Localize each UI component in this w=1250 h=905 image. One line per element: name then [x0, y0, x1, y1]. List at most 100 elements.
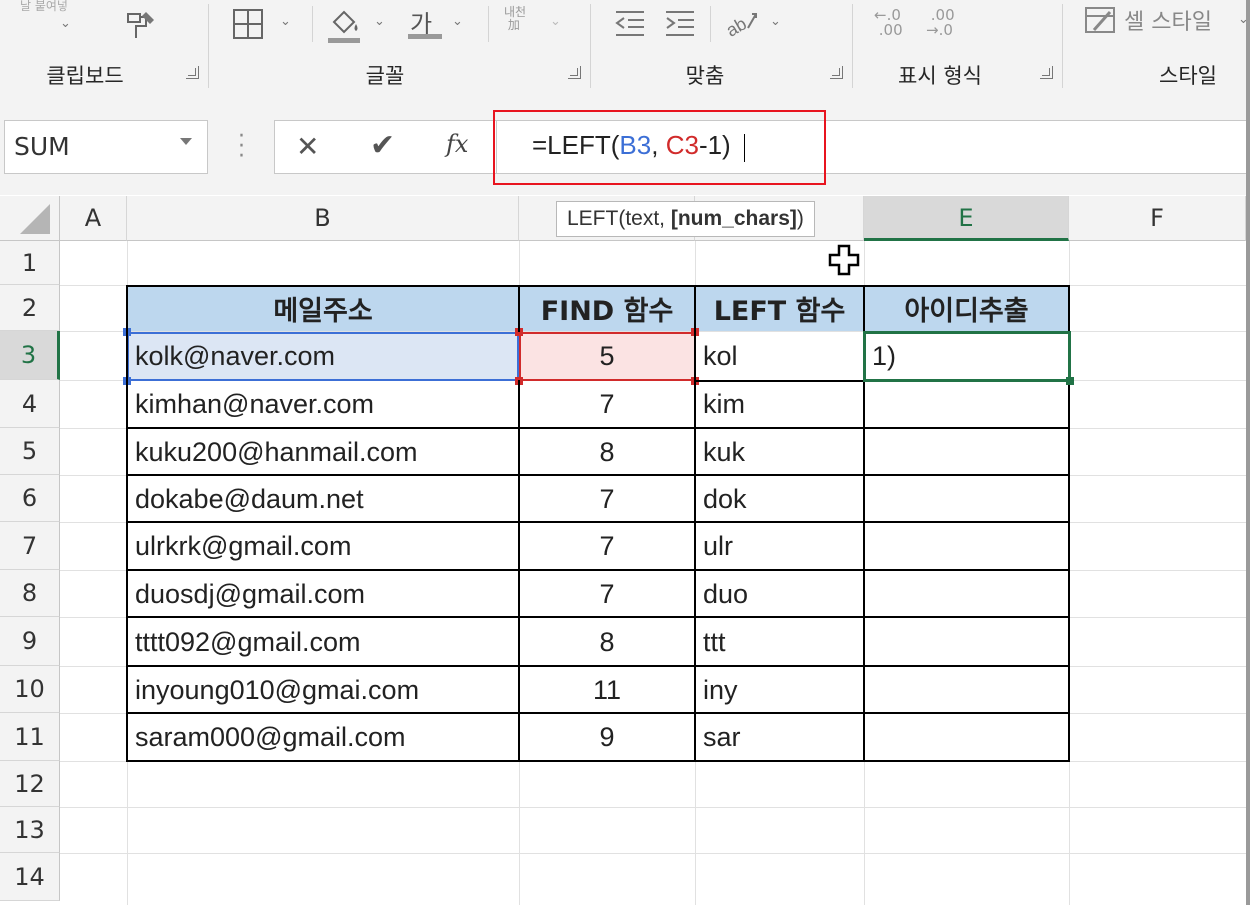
- table-border: [694, 285, 696, 762]
- column-header-a[interactable]: A: [60, 196, 127, 241]
- header-email[interactable]: 메일주소: [127, 286, 519, 331]
- phonetic-dropdown-icon[interactable]: ⌄: [550, 14, 561, 29]
- cell-left[interactable]: ulr: [695, 523, 864, 570]
- cell-find[interactable]: 9: [519, 714, 695, 761]
- ribbon: 날 붙여넣 ⌄ 클립보드 ⌄ ⌄ 가 ⌄ 내천 加 ⌄ 글꼴 ab ⌄ 맞춤 ←…: [0, 0, 1250, 97]
- table-border: [127, 569, 1070, 571]
- column-header-f[interactable]: F: [1069, 196, 1246, 241]
- cell-email[interactable]: dokabe@daum.net: [127, 476, 519, 522]
- row-header-4[interactable]: 4: [0, 380, 60, 428]
- tooltip-prefix: LEFT(text,: [567, 207, 671, 230]
- borders-dropdown-icon[interactable]: ⌄: [280, 14, 291, 29]
- cell-left[interactable]: kim: [695, 381, 864, 428]
- group-alignment-label: 맞춤: [685, 64, 725, 88]
- row-header-13[interactable]: 13: [0, 807, 60, 853]
- row-header-12[interactable]: 12: [0, 761, 60, 807]
- cell-find[interactable]: 7: [519, 571, 695, 617]
- formula-bar-resize-handle-icon[interactable]: · · ·: [238, 126, 245, 168]
- cell-left[interactable]: ttt: [695, 618, 864, 666]
- font-color-dropdown-icon[interactable]: ⌄: [452, 14, 463, 29]
- cell-left[interactable]: iny: [695, 667, 864, 713]
- row-header-5[interactable]: 5: [0, 428, 60, 475]
- formula-highlight-frame: [493, 110, 826, 185]
- font-launcher-icon[interactable]: [568, 66, 581, 79]
- cancel-icon[interactable]: ✕: [296, 130, 319, 163]
- alignment-launcher-icon[interactable]: [830, 66, 843, 79]
- table-border: [127, 760, 1070, 762]
- cell-find[interactable]: 7: [519, 381, 695, 428]
- header-left[interactable]: LEFT 함수: [695, 286, 864, 331]
- name-box-dropdown-icon[interactable]: [180, 138, 192, 145]
- increase-decimal-icon[interactable]: ←.0 .00: [874, 8, 903, 38]
- svg-text:ab: ab: [724, 13, 750, 38]
- group-number-label: 표시 형식: [898, 64, 982, 88]
- table-border: [127, 474, 1070, 476]
- function-tooltip[interactable]: LEFT(text, [num_chars]): [556, 201, 815, 237]
- orientation-dropdown-icon[interactable]: ⌄: [770, 14, 781, 29]
- fill-handle[interactable]: [1066, 377, 1074, 385]
- cell-find[interactable]: 7: [519, 476, 695, 522]
- column-header-e[interactable]: E: [864, 196, 1069, 241]
- name-box-value: SUM: [14, 132, 70, 161]
- table-border: [127, 285, 1070, 287]
- select-all-triangle-icon: [20, 204, 50, 234]
- cell-email[interactable]: tttt092@gmail.com: [127, 618, 519, 666]
- cell-left[interactable]: kol: [695, 332, 864, 380]
- row-header-7[interactable]: 7: [0, 522, 60, 570]
- fill-color-dropdown-icon[interactable]: ⌄: [374, 14, 385, 29]
- cell-find[interactable]: 11: [519, 667, 695, 713]
- row-header-11[interactable]: 11: [0, 713, 60, 761]
- cell-email[interactable]: kolk@naver.com: [127, 332, 519, 380]
- cell-email[interactable]: saram000@gmail.com: [127, 714, 519, 761]
- borders-icon[interactable]: [232, 8, 264, 45]
- row-header-6[interactable]: 6: [0, 475, 60, 522]
- number-launcher-icon[interactable]: [1040, 66, 1053, 79]
- decrease-decimal-icon[interactable]: .00 →.0: [926, 8, 955, 38]
- table-border: [127, 427, 1070, 429]
- row-header-9[interactable]: 9: [0, 617, 60, 666]
- cell-left[interactable]: duo: [695, 571, 864, 617]
- row-header-1[interactable]: 1: [0, 241, 60, 285]
- insert-function-icon[interactable]: fx: [446, 130, 468, 158]
- increase-indent-icon[interactable]: [664, 8, 696, 43]
- column-header-b[interactable]: B: [127, 196, 519, 241]
- cell-left[interactable]: dok: [695, 476, 864, 522]
- cell-styles-icon[interactable]: [1084, 6, 1116, 39]
- table-border: [126, 285, 128, 762]
- paste-dropdown-icon[interactable]: ⌄: [60, 16, 71, 31]
- clipboard-launcher-icon[interactable]: [186, 66, 199, 79]
- row-header-8[interactable]: 8: [0, 570, 60, 617]
- window-edge: [1246, 0, 1250, 905]
- cell-find[interactable]: 8: [519, 429, 695, 475]
- row-header-14[interactable]: 14: [0, 853, 60, 901]
- table-border: [127, 712, 1070, 714]
- fill-color-icon[interactable]: [326, 6, 362, 49]
- row-header-3[interactable]: 3: [0, 331, 60, 380]
- table-border: [127, 616, 1070, 618]
- cell-cursor-icon: [828, 244, 860, 280]
- orientation-icon[interactable]: ab: [723, 6, 760, 43]
- row-header-2[interactable]: 2: [0, 285, 60, 331]
- header-find[interactable]: FIND 함수: [519, 286, 695, 331]
- enter-check-icon[interactable]: ✔: [370, 128, 395, 163]
- table-border: [518, 380, 520, 762]
- phonetic-icon[interactable]: 내천 加: [504, 6, 526, 32]
- table-border: [127, 665, 1070, 667]
- header-extract[interactable]: 아이디추출: [864, 286, 1069, 331]
- cell-find[interactable]: 8: [519, 618, 695, 666]
- cell-left[interactable]: kuk: [695, 429, 864, 475]
- cell-email[interactable]: ulrkrk@gmail.com: [127, 523, 519, 570]
- cell-find[interactable]: 5: [519, 332, 695, 380]
- cell-email[interactable]: inyoung010@gmai.com: [127, 667, 519, 713]
- cell-email[interactable]: duosdj@gmail.com: [127, 571, 519, 617]
- row-header-10[interactable]: 10: [0, 666, 60, 713]
- group-styles-label: 스타일: [1159, 64, 1217, 88]
- cell-email[interactable]: kuku200@hanmail.com: [127, 429, 519, 475]
- cell-styles-label[interactable]: 셀 스타일: [1124, 4, 1212, 36]
- cell-email[interactable]: kimhan@naver.com: [127, 381, 519, 428]
- cell-left[interactable]: sar: [695, 714, 864, 761]
- format-painter-icon[interactable]: [122, 8, 158, 47]
- cell-find[interactable]: 7: [519, 523, 695, 570]
- decrease-indent-icon[interactable]: [614, 8, 646, 43]
- group-font-label: 글꼴: [365, 64, 405, 88]
